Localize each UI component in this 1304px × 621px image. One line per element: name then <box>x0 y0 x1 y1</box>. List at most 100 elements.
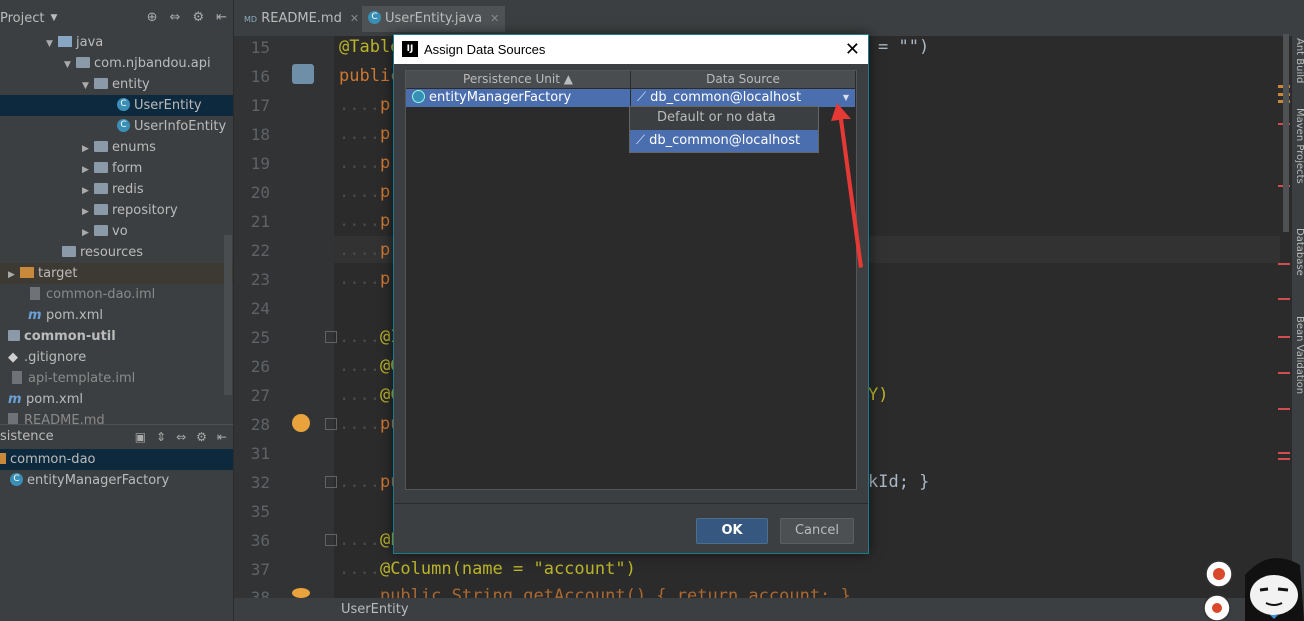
editor-scrollbar[interactable] <box>1283 34 1289 232</box>
dropdown-option-default[interactable]: Default or no data source <box>630 107 818 147</box>
tree-item-api-template-iml[interactable]: api-template.iml <box>0 368 233 389</box>
hide-icon[interactable]: ⇤ <box>216 10 227 25</box>
data-source-combo[interactable]: ⟋ db_common@localhost ▼ <box>631 89 855 107</box>
tree-item-entity[interactable]: ▼ entity <box>0 74 233 95</box>
persistence-item-common-dao[interactable]: common-dao <box>0 449 233 470</box>
persistence-panel-header: sistence ▣ ⇕ ⇔ ⚙ ⇤ <box>0 424 233 449</box>
collapsed-arrow-icon[interactable]: ▶ <box>8 265 20 286</box>
intention-bulb-icon[interactable] <box>292 588 310 598</box>
target-icon[interactable]: ⊕ <box>147 10 158 25</box>
tree-item-common-dao-iml[interactable]: common-dao.iml <box>0 284 233 305</box>
editor-breadcrumb: UserEntity <box>234 598 1304 621</box>
fold-icon[interactable] <box>325 331 337 343</box>
tree-item-gitignore[interactable]: ◆ .gitignore <box>0 347 233 368</box>
fold-icon[interactable] <box>325 418 337 430</box>
collapsed-arrow-icon[interactable]: ▶ <box>82 160 94 181</box>
line-number: 17 <box>250 96 270 115</box>
close-icon[interactable]: ✕ <box>490 12 499 25</box>
code-line: ....pr <box>339 95 401 115</box>
column-header-data-source[interactable]: Data Source <box>631 71 856 88</box>
fold-icon[interactable] <box>325 534 337 546</box>
module-icon <box>8 330 20 341</box>
code-fragment: kId; } <box>868 472 930 492</box>
hide-icon[interactable]: ⇤ <box>217 425 227 449</box>
tree-item-readme[interactable]: README.md <box>0 410 233 424</box>
tree-item-pom-xml-root[interactable]: m pom.xml <box>0 389 233 410</box>
folder-icon <box>58 36 72 47</box>
project-panel-header: Project ▼ ⊕ ⇔ ⚙ ⇤ <box>0 0 233 36</box>
error-marker[interactable] <box>1278 336 1290 338</box>
persistence-unit-icon: C <box>10 473 23 486</box>
chevron-down-icon[interactable]: ▼ <box>50 13 57 23</box>
code-line: ....pr <box>339 182 401 202</box>
class-icon: C <box>368 11 381 24</box>
project-scrollbar[interactable] <box>224 235 232 395</box>
collapse-icon[interactable]: ⇔ <box>170 10 181 25</box>
project-panel-title[interactable]: Project <box>0 11 44 26</box>
console-icon[interactable]: ▣ <box>135 425 146 449</box>
package-icon <box>94 204 108 215</box>
ant-build-tool[interactable]: Ant Build <box>1294 38 1304 83</box>
maven-projects-tool[interactable]: Maven Projects <box>1294 108 1304 184</box>
class-icon: C <box>117 119 130 132</box>
collapse-icon[interactable]: ⇔ <box>176 425 186 449</box>
tree-item-enums[interactable]: ▶ enums <box>0 137 233 158</box>
expanded-arrow-icon[interactable]: ▼ <box>64 55 76 76</box>
tree-item-userentity[interactable]: C UserEntity <box>0 95 233 116</box>
database-tool[interactable]: Database <box>1294 228 1304 276</box>
collapsed-arrow-icon[interactable]: ▶ <box>82 181 94 202</box>
right-tool-strip <box>1292 0 1304 621</box>
table-row-unit[interactable]: entityManagerFactory <box>406 89 630 107</box>
ok-button[interactable]: OK <box>696 518 768 544</box>
tree-item-pom-xml[interactable]: m pom.xml <box>0 305 233 326</box>
close-icon[interactable]: ✕ <box>350 12 359 25</box>
tree-item-target[interactable]: ▶ target <box>0 263 233 284</box>
column-header-persistence-unit[interactable]: Persistence Unit ▲ <box>406 71 631 88</box>
error-marker[interactable] <box>1278 452 1290 454</box>
tree-item-java[interactable]: ▼ java <box>0 32 233 53</box>
tree-item-vo[interactable]: ▶ vo <box>0 221 233 242</box>
close-icon[interactable]: ✕ <box>845 35 860 64</box>
tree-item-common-util[interactable]: common-util <box>0 326 233 347</box>
code-line: ....pr <box>339 153 401 173</box>
dialog-titlebar[interactable]: IJ Assign Data Sources ✕ <box>394 35 868 64</box>
expanded-arrow-icon[interactable]: ▼ <box>46 34 58 55</box>
error-marker[interactable] <box>1278 263 1290 265</box>
collapsed-arrow-icon[interactable]: ▶ <box>82 202 94 223</box>
class-icon: C <box>117 98 130 111</box>
arrow-shape <box>831 103 863 268</box>
fold-icon[interactable] <box>325 476 337 488</box>
gear-icon[interactable]: ⚙ <box>196 425 207 449</box>
error-marker[interactable] <box>1278 408 1290 410</box>
tree-item-form[interactable]: ▶ form <box>0 158 233 179</box>
tab-readme[interactable]: MD README.md ✕ <box>238 6 365 32</box>
persistence-item-emf[interactable]: CentityManagerFactory <box>0 470 233 491</box>
bean-validation-tool[interactable]: Bean Validation <box>1294 316 1304 394</box>
dialog-title: Assign Data Sources <box>424 42 546 57</box>
cancel-button[interactable]: Cancel <box>780 518 854 544</box>
line-number: 27 <box>250 386 270 405</box>
tree-item-resources[interactable]: resources <box>0 242 233 263</box>
code-line: ....pr <box>339 240 401 260</box>
package-icon <box>76 57 90 68</box>
collapsed-arrow-icon[interactable]: ▶ <box>82 223 94 244</box>
error-marker[interactable] <box>1278 458 1290 460</box>
data-source-dropdown[interactable]: Default or no data source ⟋db_common@loc… <box>629 106 819 153</box>
collapsed-arrow-icon[interactable]: ▶ <box>82 139 94 160</box>
breadcrumb-item[interactable]: UserEntity <box>341 602 409 617</box>
tree-item-userinfoentity[interactable]: C UserInfoEntity <box>0 116 233 137</box>
error-marker[interactable] <box>1278 298 1290 300</box>
package-icon <box>94 141 108 152</box>
dropdown-option-db-common[interactable]: ⟋ db_common@localhost <box>630 130 818 152</box>
expand-icon[interactable]: ⇕ <box>156 425 166 449</box>
markdown-file-icon: MD <box>244 15 258 24</box>
error-marker[interactable] <box>1278 372 1290 374</box>
intention-bulb-icon[interactable] <box>292 414 310 432</box>
tree-item-package[interactable]: ▼ com.njbandou.api <box>0 53 233 74</box>
tab-userentity[interactable]: C UserEntity.java ✕ <box>362 6 506 32</box>
tree-item-redis[interactable]: ▶ redis <box>0 179 233 200</box>
database-gutter-icon[interactable] <box>292 64 314 84</box>
tree-item-repository[interactable]: ▶ repository <box>0 200 233 221</box>
expanded-arrow-icon[interactable]: ▼ <box>82 76 94 97</box>
gear-icon[interactable]: ⚙ <box>192 10 204 25</box>
